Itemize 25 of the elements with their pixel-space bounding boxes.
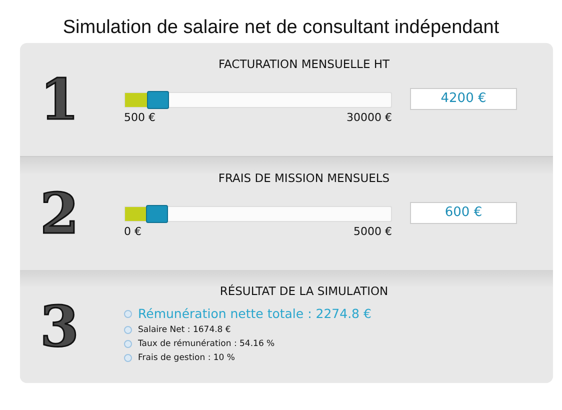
page-title: Simulation de salaire net de consultant indépendant — [62, 16, 500, 40]
step-number: 1 — [39, 66, 80, 134]
slider-handle[interactable] — [146, 205, 168, 223]
bullet-icon — [124, 354, 132, 362]
result-detail: Salaire Net : 1674.8 € — [138, 325, 231, 335]
bullet-icon — [124, 340, 132, 348]
section-heading: FRAIS DE MISSION MENSUELS — [217, 171, 391, 185]
min-label: 500 € — [124, 111, 156, 124]
bullet-icon — [124, 310, 132, 318]
section-heading: RÉSULTAT DE LA SIMULATION — [218, 284, 390, 298]
section-heading: FACTURATION MENSUELLE HT — [217, 57, 391, 71]
max-label: 30000 € — [346, 111, 392, 124]
total-result: Rémunération nette totale : 2274.8 € — [138, 306, 372, 321]
result-detail: Taux de rémunération : 54.16 % — [138, 339, 275, 349]
result-detail: Frais de gestion : 10 % — [138, 353, 235, 363]
max-label: 5000 € — [354, 225, 392, 238]
min-label: 0 € — [124, 225, 142, 238]
bullet-icon — [124, 326, 132, 334]
amount-field[interactable]: 4200 € — [410, 88, 517, 110]
slider-track[interactable] — [124, 206, 392, 222]
step-number: 2 — [39, 180, 80, 248]
slider-track[interactable] — [124, 92, 392, 108]
step-number: 3 — [39, 292, 80, 362]
amount-field[interactable]: 600 € — [410, 202, 517, 224]
slider-handle[interactable] — [147, 91, 170, 109]
